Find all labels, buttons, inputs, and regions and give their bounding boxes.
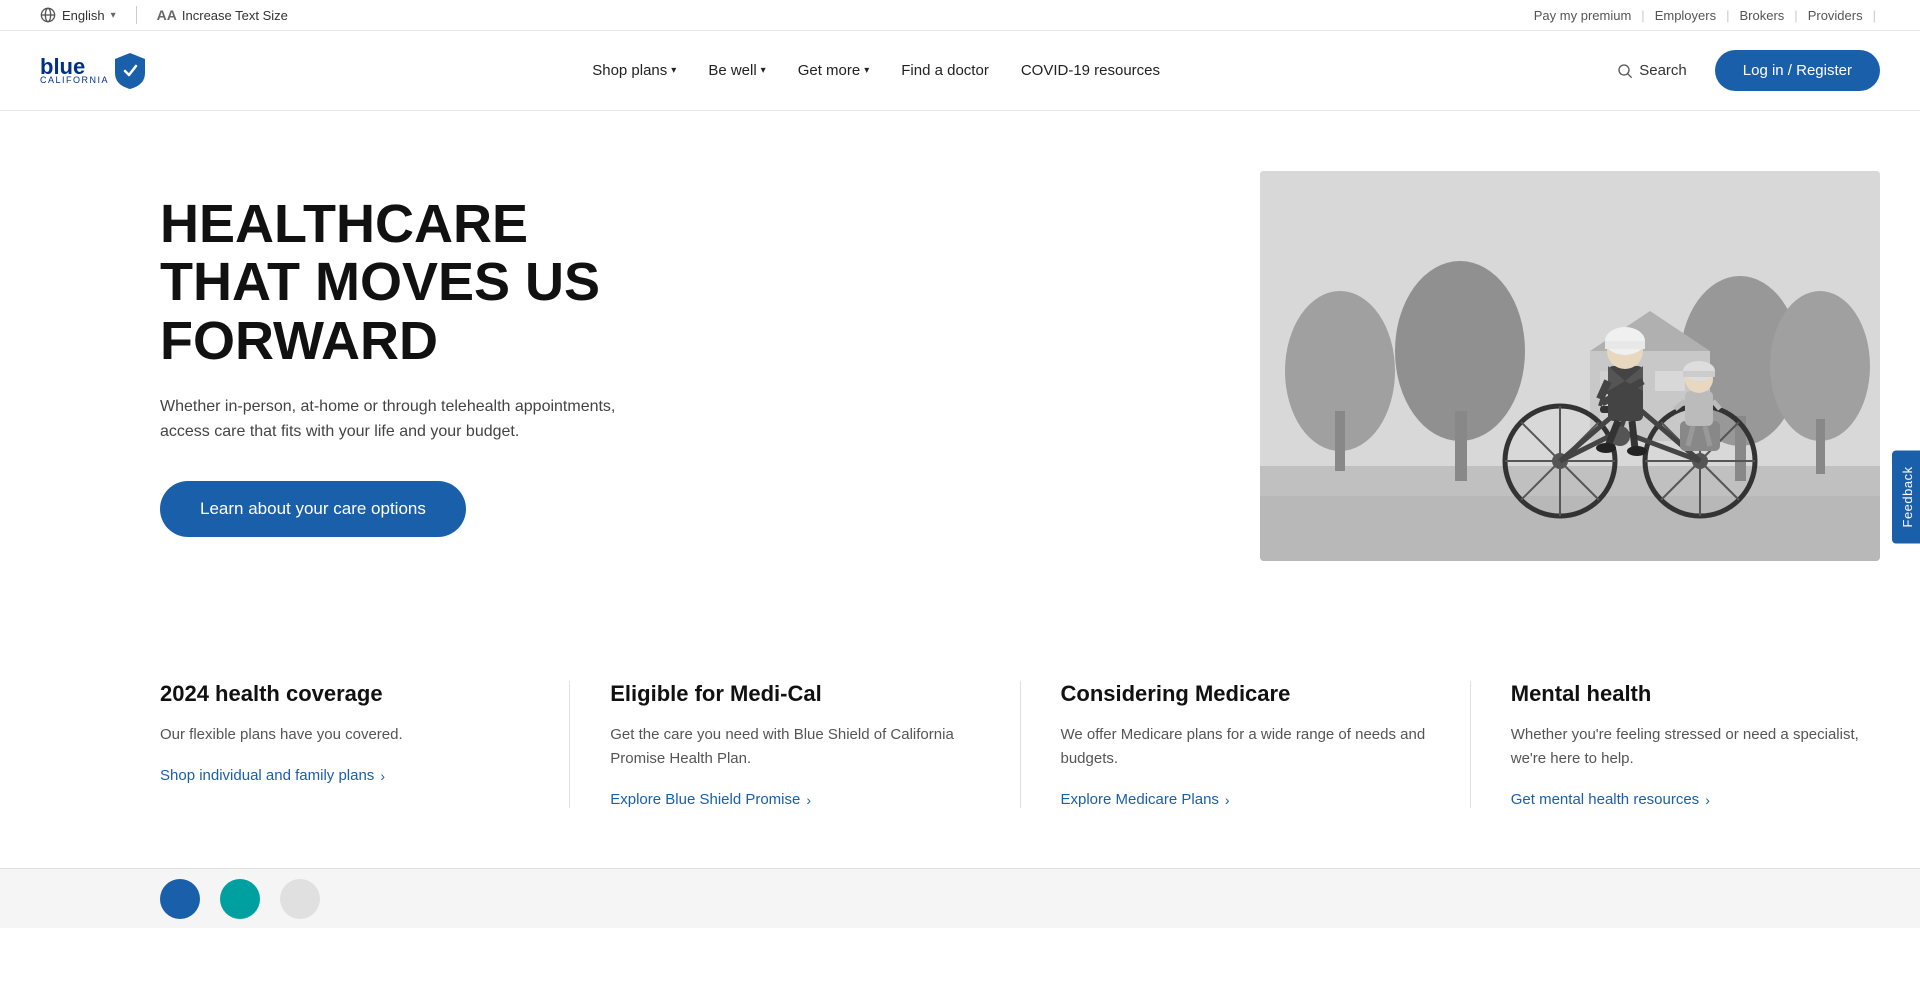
card-0-arrow-icon: › <box>380 768 385 784</box>
shop-individual-family-link[interactable]: Shop individual and family plans › <box>160 767 529 784</box>
nav-shop-plans[interactable]: Shop plans ▾ <box>592 34 676 107</box>
hero-subtitle: Whether in-person, at-home or through te… <box>160 394 620 445</box>
language-label: English <box>62 8 105 23</box>
top-bar-divider1 <box>136 6 137 24</box>
logo-shield-icon <box>113 51 147 91</box>
shop-plans-caret: ▾ <box>671 65 676 76</box>
hero-title: HEALTHCARE THAT MOVES US FORWARD <box>160 195 620 370</box>
card-mental-health: Mental health Whether you're feeling str… <box>1511 681 1880 808</box>
card-medicare-title: Considering Medicare <box>1061 681 1430 707</box>
bottom-bar <box>0 868 1920 928</box>
globe-icon <box>40 7 56 23</box>
card-2-arrow-icon: › <box>1225 792 1230 808</box>
nav-be-well[interactable]: Be well ▾ <box>708 34 765 107</box>
pay-premium-link[interactable]: Pay my premium <box>1534 8 1632 23</box>
increase-text-size[interactable]: AA Increase Text Size <box>157 7 288 23</box>
get-mental-health-resources-link[interactable]: Get mental health resources › <box>1511 791 1880 808</box>
nav-covid[interactable]: COVID-19 resources <box>1021 34 1160 107</box>
card-3-arrow-icon: › <box>1705 792 1710 808</box>
card-mental-health-title: Mental health <box>1511 681 1880 707</box>
get-more-caret: ▾ <box>864 65 869 76</box>
card-medicare: Considering Medicare We offer Medicare p… <box>1061 681 1471 808</box>
top-bar-links: Pay my premium | Employers | Brokers | P… <box>1534 8 1880 23</box>
language-selector[interactable]: English ▾ <box>40 7 116 23</box>
top-bar: English ▾ AA Increase Text Size Pay my p… <box>0 0 1920 31</box>
main-nav: blue california Shop plans ▾ Be well ▾ G… <box>0 31 1920 111</box>
bottom-dot-2 <box>220 879 260 919</box>
hero-content: HEALTHCARE THAT MOVES US FORWARD Whether… <box>160 195 620 537</box>
card-2024-health: 2024 health coverage Our flexible plans … <box>160 681 570 808</box>
search-button[interactable]: Search <box>1605 54 1699 87</box>
bottom-dot-1 <box>160 879 200 919</box>
card-medicare-desc: We offer Medicare plans for a wide range… <box>1061 723 1430 771</box>
hero-image <box>1260 171 1880 561</box>
pipe3: | <box>1794 8 1797 23</box>
nav-find-doctor[interactable]: Find a doctor <box>901 34 989 107</box>
explore-blue-shield-promise-link[interactable]: Explore Blue Shield Promise › <box>610 791 979 808</box>
bottom-dot-3 <box>280 879 320 919</box>
card-medi-cal: Eligible for Medi-Cal Get the care you n… <box>610 681 1020 808</box>
nav-right: Search Log in / Register <box>1605 50 1880 91</box>
card-medi-cal-desc: Get the care you need with Blue Shield o… <box>610 723 979 771</box>
hero-section: HEALTHCARE THAT MOVES US FORWARD Whether… <box>0 111 1920 621</box>
text-size-label: Increase Text Size <box>182 8 288 23</box>
card-2024-desc: Our flexible plans have you covered. <box>160 723 529 747</box>
login-register-button[interactable]: Log in / Register <box>1715 50 1880 91</box>
be-well-caret: ▾ <box>761 65 766 76</box>
cards-section: 2024 health coverage Our flexible plans … <box>0 621 1920 868</box>
feedback-tab[interactable]: Feedback <box>1892 450 1920 543</box>
card-mental-health-desc: Whether you're feeling stressed or need … <box>1511 723 1880 771</box>
nav-get-more[interactable]: Get more ▾ <box>798 34 870 107</box>
brokers-link[interactable]: Brokers <box>1740 8 1785 23</box>
nav-links: Shop plans ▾ Be well ▾ Get more ▾ Find a… <box>592 34 1160 107</box>
pipe2: | <box>1726 8 1729 23</box>
language-chevron: ▾ <box>111 10 116 21</box>
providers-link[interactable]: Providers <box>1808 8 1863 23</box>
card-medi-cal-title: Eligible for Medi-Cal <box>610 681 979 707</box>
search-icon <box>1617 63 1633 79</box>
pipe1: | <box>1641 8 1644 23</box>
card-1-arrow-icon: › <box>806 792 811 808</box>
hero-bike-illustration <box>1260 171 1880 561</box>
text-size-icon: AA <box>157 7 177 23</box>
pipe4: | <box>1873 8 1876 23</box>
employers-link[interactable]: Employers <box>1655 8 1716 23</box>
search-label: Search <box>1639 62 1687 79</box>
logo-california: california <box>40 76 109 85</box>
card-2024-title: 2024 health coverage <box>160 681 529 707</box>
hero-cta-button[interactable]: Learn about your care options <box>160 481 466 537</box>
explore-medicare-plans-link[interactable]: Explore Medicare Plans › <box>1061 791 1430 808</box>
logo[interactable]: blue california <box>40 51 147 91</box>
